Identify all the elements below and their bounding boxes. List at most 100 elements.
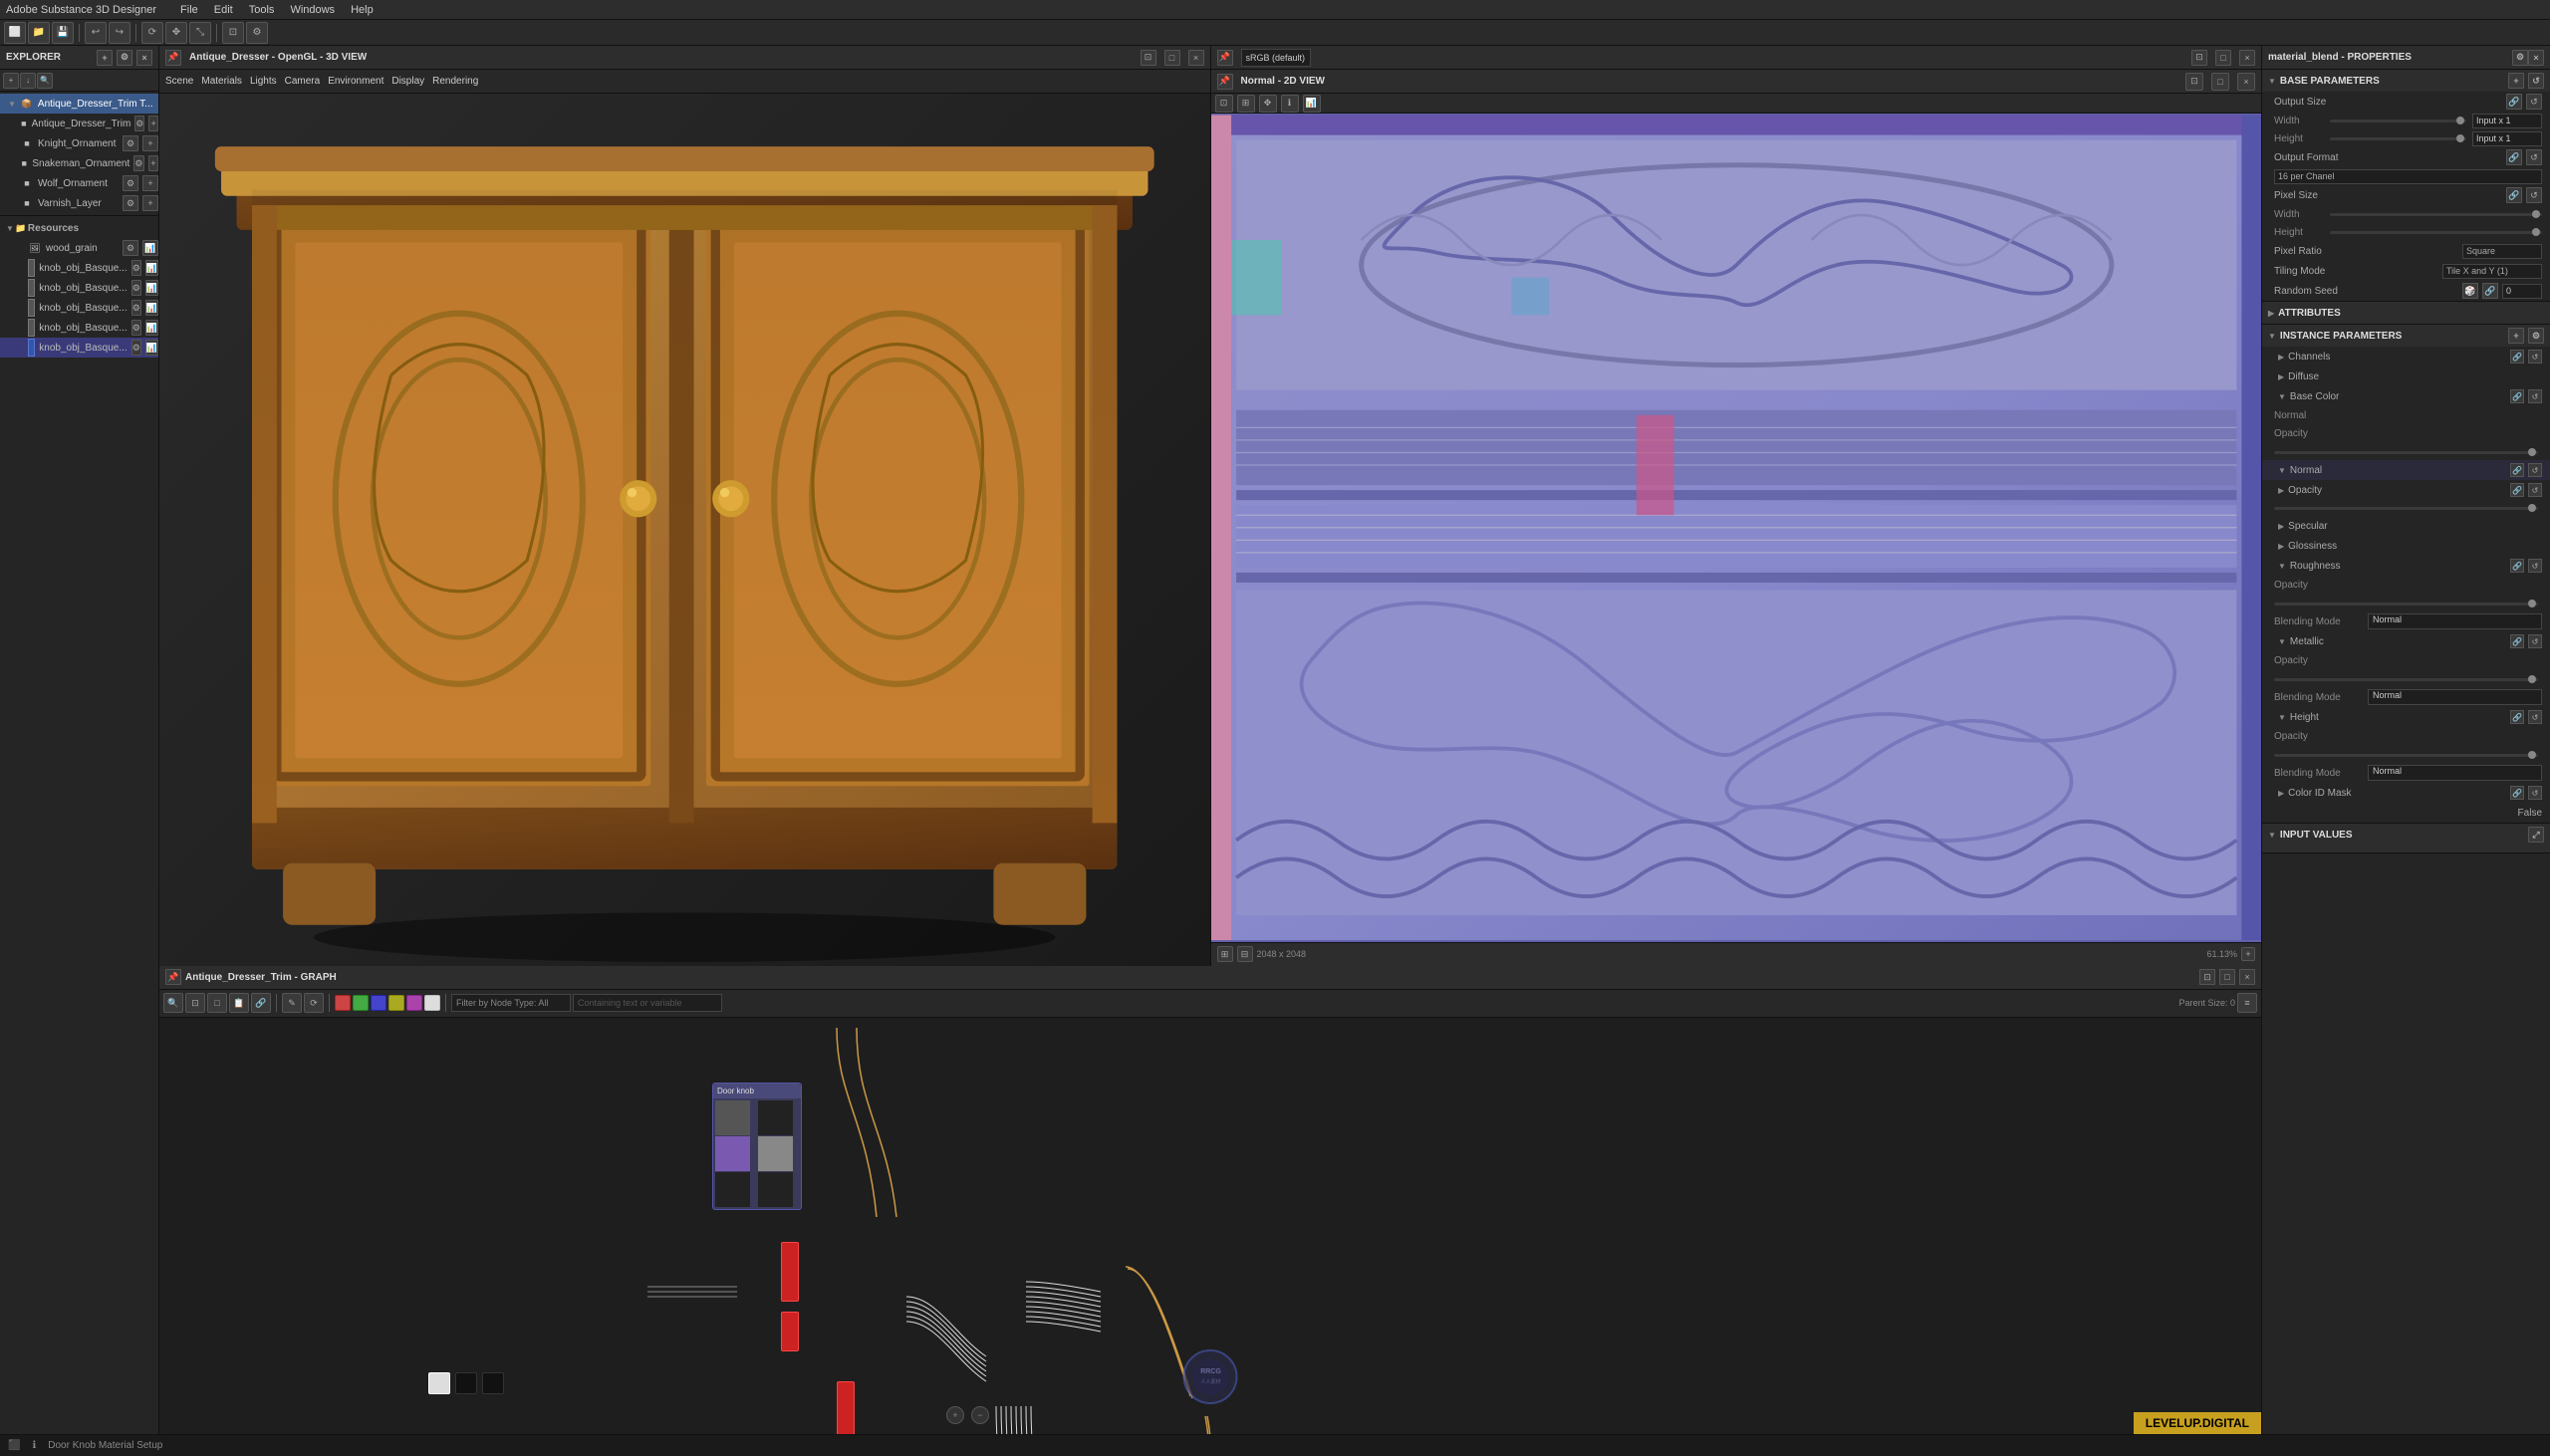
explorer-search-btn[interactable]: 🔍 — [37, 73, 53, 89]
tree-item-wolf[interactable]: ■ Wolf_Ornament ⚙ + — [0, 173, 158, 193]
base-params-reset[interactable]: ↺ — [2528, 73, 2544, 89]
item-settings[interactable]: ⚙ — [131, 260, 141, 276]
roughness-link[interactable]: 🔗 — [2510, 559, 2524, 573]
zoom-fit-button[interactable]: ⊡ — [222, 22, 244, 44]
item-add[interactable]: + — [142, 195, 158, 211]
view3d-max[interactable]: □ — [1164, 50, 1180, 66]
base-color-link[interactable]: 🔗 — [2510, 389, 2524, 403]
item-settings[interactable]: ⚙ — [131, 340, 141, 356]
filter-text-input[interactable]: Containing text or variable — [573, 994, 722, 1012]
format-dropdown[interactable]: sRGB (default) — [1241, 49, 1311, 67]
props-close[interactable]: × — [2528, 50, 2544, 66]
item-chart[interactable]: 📊 — [145, 340, 158, 356]
format-val[interactable]: 16 per Chanel — [2274, 169, 2542, 184]
random-seed-dice[interactable]: 🎲 — [2462, 283, 2478, 299]
new-button[interactable]: ⬜ — [4, 22, 26, 44]
view3d-float[interactable]: ⊡ — [1141, 50, 1156, 66]
item-settings[interactable]: ⚙ — [123, 175, 138, 191]
zoom-slider[interactable]: + — [2241, 947, 2255, 961]
nav-rendering[interactable]: Rendering — [432, 76, 478, 87]
item-settings[interactable]: ⚙ — [123, 240, 138, 256]
view-3d-canvas[interactable] — [159, 94, 1210, 966]
open-button[interactable]: 📁 — [28, 22, 50, 44]
props-settings[interactable]: ⚙ — [2512, 50, 2528, 66]
view2d-float[interactable]: ⊡ — [2191, 50, 2207, 66]
item-add[interactable]: + — [142, 135, 158, 151]
tree-item-dresser-trim[interactable]: ■ Antique_Dresser_Trim ⚙ + — [0, 114, 158, 133]
node-door-knob[interactable]: Door knob — [712, 1083, 802, 1210]
opacity-row[interactable]: ▶ Opacity 🔗 ↺ — [2262, 480, 2550, 500]
tree-item-knob3[interactable]: knob_obj_Basque... ⚙ 📊 — [0, 298, 158, 318]
roughness-row[interactable]: ▼ Roughness 🔗 ↺ — [2262, 556, 2550, 576]
zoom-out[interactable]: ⊟ — [1237, 946, 1253, 962]
redo-button[interactable]: ↪ — [109, 22, 130, 44]
explorer-settings-btn[interactable]: ⚙ — [117, 50, 132, 66]
conn-node-3[interactable] — [482, 1372, 504, 1394]
width-slider[interactable] — [2330, 120, 2466, 122]
graph-tb6[interactable]: ✎ — [282, 993, 302, 1013]
graph-float[interactable]: ⊡ — [2199, 969, 2215, 985]
roughness-reset[interactable]: ↺ — [2528, 559, 2542, 573]
diffuse-row[interactable]: ▶ Diffuse — [2262, 366, 2550, 386]
opacity-slider[interactable] — [2274, 451, 2538, 454]
format-reset[interactable]: ↺ — [2526, 149, 2542, 165]
graph-canvas[interactable]: Door knob — [159, 1018, 2261, 1434]
channels-row[interactable]: ▶ Channels 🔗 ↺ — [2262, 347, 2550, 366]
red-node-1[interactable] — [781, 1242, 799, 1302]
tree-item-knob1[interactable]: knob_obj_Basque... ⚙ 📊 — [0, 258, 158, 278]
height-value[interactable]: Input x 1 — [2472, 131, 2542, 146]
nav-camera[interactable]: Camera — [285, 76, 321, 87]
tiling-val[interactable]: Tile X and Y (1) — [2442, 264, 2542, 279]
view2d-close[interactable]: × — [2239, 50, 2255, 66]
height-row[interactable]: ▼ Height 🔗 ↺ — [2262, 707, 2550, 727]
graph-tb3[interactable]: □ — [207, 993, 227, 1013]
pixel-ratio-val[interactable]: Square — [2462, 244, 2542, 259]
view3d-pin[interactable]: 📌 — [165, 50, 181, 66]
opacity-reset[interactable]: ↺ — [2528, 483, 2542, 497]
view2d-tb2[interactable]: □ — [2211, 73, 2229, 91]
pixel-height-slider[interactable] — [2330, 231, 2542, 234]
nav-materials[interactable]: Materials — [201, 76, 242, 87]
color-id-link[interactable]: 🔗 — [2510, 786, 2524, 800]
view2d-tb1[interactable]: ⊡ — [2185, 73, 2203, 91]
metallic-row[interactable]: ▼ Metallic 🔗 ↺ — [2262, 631, 2550, 651]
opacity-track[interactable] — [2274, 507, 2538, 510]
normal-link[interactable]: 🔗 — [2510, 463, 2524, 477]
pixel-link[interactable]: 🔗 — [2506, 187, 2522, 203]
output-size-reset[interactable]: ↺ — [2526, 94, 2542, 110]
color-filter-purple[interactable] — [406, 995, 422, 1011]
item-add[interactable]: + — [148, 116, 158, 131]
normal-row[interactable]: ▼ Normal 🔗 ↺ — [2262, 460, 2550, 480]
opacity-link[interactable]: 🔗 — [2510, 483, 2524, 497]
menu-file[interactable]: File — [180, 4, 198, 16]
base-params-header[interactable]: ▼ BASE PARAMETERS + ↺ — [2262, 70, 2550, 92]
tree-item-knob2[interactable]: knob_obj_Basque... ⚙ 📊 — [0, 278, 158, 298]
view2d-grid[interactable]: ⊞ — [1237, 95, 1255, 113]
input-values-header[interactable]: ▼ INPUT VALUES ⤢ — [2262, 824, 2550, 846]
random-seed-link[interactable]: 🔗 — [2482, 283, 2498, 299]
item-settings[interactable]: ⚙ — [123, 135, 138, 151]
height-reset[interactable]: ↺ — [2528, 710, 2542, 724]
item-chart[interactable]: 📊 — [145, 280, 158, 296]
tree-item-knob5[interactable]: knob_obj_Basque... ⚙ 📊 — [0, 338, 158, 358]
undo-button[interactable]: ↩ — [85, 22, 107, 44]
height-link[interactable]: 🔗 — [2510, 710, 2524, 724]
item-settings[interactable]: ⚙ — [133, 155, 143, 171]
graph-close[interactable]: × — [2239, 969, 2255, 985]
view2d-tb3[interactable]: × — [2237, 73, 2255, 91]
item-settings[interactable]: ⚙ — [131, 300, 141, 316]
graph-pin[interactable]: 📌 — [165, 969, 181, 985]
graph-tb2[interactable]: ⊡ — [185, 993, 205, 1013]
tree-item-knob4[interactable]: knob_obj_Basque... ⚙ 📊 — [0, 318, 158, 338]
view2d-pin[interactable]: 📌 — [1217, 50, 1233, 66]
menu-windows[interactable]: Windows — [290, 4, 335, 16]
height-blending-dropdown[interactable]: Normal — [2368, 765, 2542, 781]
menu-edit[interactable]: Edit — [214, 4, 233, 16]
explorer-new-btn[interactable]: + — [3, 73, 19, 89]
base-params-add[interactable]: + — [2508, 73, 2524, 89]
nav-lights[interactable]: Lights — [250, 76, 277, 87]
input-vals-expand[interactable]: ⤢ — [2528, 827, 2544, 843]
item-settings[interactable]: ⚙ — [131, 280, 141, 296]
scale-button[interactable]: ⤡ — [189, 22, 211, 44]
explorer-import-btn[interactable]: ↓ — [20, 73, 36, 89]
